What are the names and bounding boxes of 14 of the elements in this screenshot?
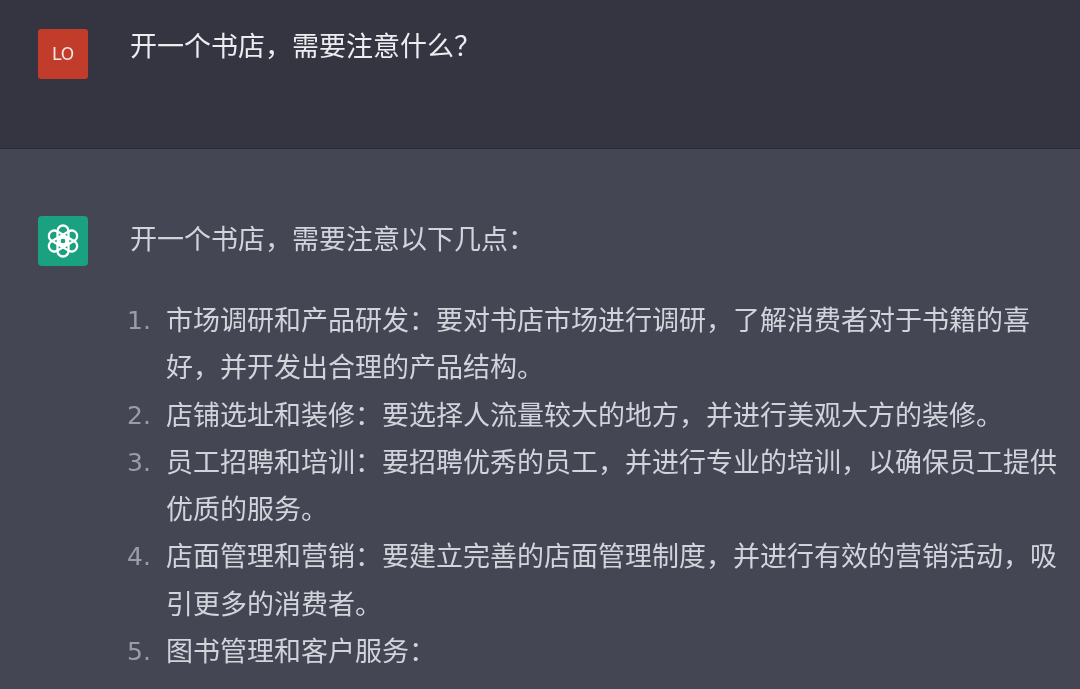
list-item-text: 店面管理和营销：要建立完善的店面管理制度，并进行有效的营销活动，吸引更多的消费者。 (166, 540, 1058, 622)
list-item-text: 店铺选址和装修：要选择人流量较大的地方，并进行美观大方的装修。 (166, 398, 1003, 433)
user-avatar: LO (38, 29, 88, 79)
knot-logo-icon (38, 216, 88, 266)
list-item-text: 市场调研和产品研发：要对书店市场进行调研，了解消费者对于书籍的喜好，并开发出合理的产品结构。 (166, 304, 1031, 386)
list-number: 4. (127, 541, 152, 574)
list-item-text: 员工招聘和培训：要招聘优秀的员工，并进行专业的培训，以确保员工提供优质的服务。 (166, 445, 1058, 528)
list-number: 3. (127, 446, 152, 479)
list-number: 1. (127, 305, 152, 337)
list-number: 5. (127, 636, 152, 669)
list-item-text: 图书管理和客户服务： (166, 635, 436, 670)
list-number: 2. (127, 399, 152, 432)
message-text: 开一个书店，需要注意以下几点： (130, 223, 535, 257)
message-text: 开一个书店，需要注意什么？ (130, 30, 481, 64)
